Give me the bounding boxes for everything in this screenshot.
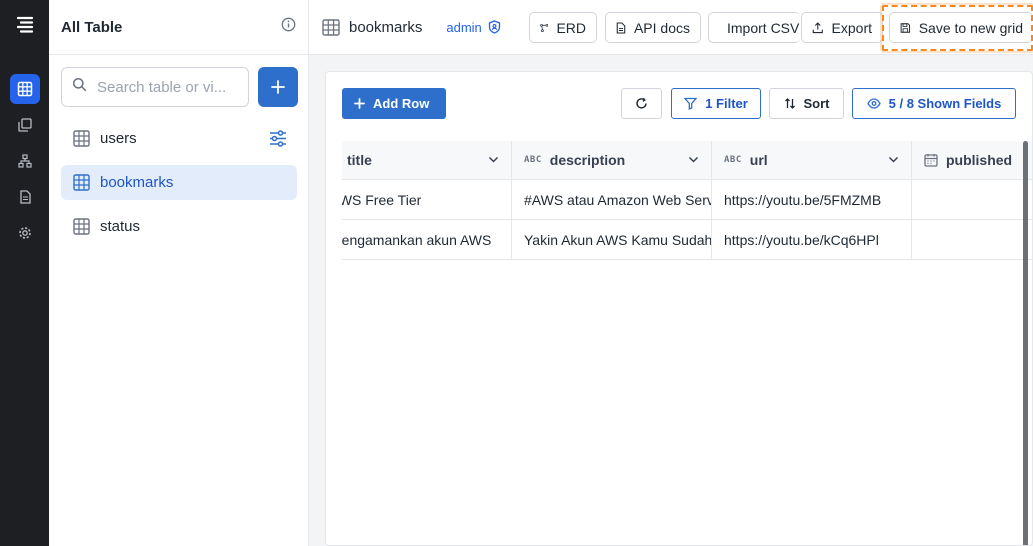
table-icon xyxy=(73,130,90,147)
cell-text: Mengamankan akun AWS xyxy=(342,231,492,248)
table-row[interactable]: AWS Free Tier #AWS atau Amazon Web Servi… xyxy=(342,180,1032,220)
chevron-down-icon[interactable] xyxy=(888,154,899,165)
column-header-url[interactable]: ABC url xyxy=(712,141,912,179)
cell-text: AWS Free Tier xyxy=(342,191,422,208)
erd-icon xyxy=(540,23,549,32)
cell-description[interactable]: Yakin Akun AWS Kamu Sudah Aman? xyxy=(512,220,712,259)
table-icon xyxy=(73,218,90,235)
tables-nav-icon[interactable] xyxy=(10,74,40,104)
table-search-input[interactable] xyxy=(97,78,237,96)
chevron-down-icon[interactable] xyxy=(488,154,499,165)
shield-user-icon xyxy=(488,20,500,34)
sidebar-item-bookmarks[interactable]: bookmarks xyxy=(61,165,297,200)
refresh-icon xyxy=(636,97,647,109)
sort-label: Sort xyxy=(803,96,830,111)
sidebar-item-status[interactable]: status xyxy=(61,209,297,244)
main-content: Add Row 1 Filter Sort 5 / 8 Shown Fields xyxy=(309,55,1033,546)
docs-nav-icon[interactable] xyxy=(10,182,40,212)
cell-published[interactable] xyxy=(912,220,1032,259)
table-row[interactable]: Mengamankan akun AWS Yakin Akun AWS Kamu… xyxy=(342,220,1032,260)
grid-header-row: title ABC description ABC url published xyxy=(342,141,1032,180)
filter-icon xyxy=(684,97,698,110)
app-logo-icon[interactable] xyxy=(12,12,37,37)
cell-title[interactable]: Mengamankan akun AWS xyxy=(342,220,512,259)
erd-button[interactable]: ERD xyxy=(529,12,597,43)
role-badge[interactable]: admin xyxy=(446,20,500,35)
add-table-button[interactable] xyxy=(258,67,298,107)
sidebar-item-label: users xyxy=(100,130,137,147)
api-docs-button[interactable]: API docs xyxy=(605,12,701,43)
search-icon xyxy=(72,77,87,97)
sidebar-title: All Table xyxy=(61,18,123,36)
grid-panel: Add Row 1 Filter Sort 5 / 8 Shown Fields xyxy=(325,71,1033,546)
cell-description[interactable]: #AWS atau Amazon Web Services xyxy=(512,180,712,219)
current-table: bookmarks xyxy=(322,19,422,36)
info-icon[interactable] xyxy=(281,17,296,37)
column-header-label: description xyxy=(549,152,626,168)
table-icon xyxy=(73,174,90,191)
focus-highlight xyxy=(882,5,1033,51)
add-row-label: Add Row xyxy=(373,96,430,111)
column-header-description[interactable]: ABC description xyxy=(512,141,712,179)
shown-fields-label: 5 / 8 Shown Fields xyxy=(888,96,1002,111)
shown-fields-button[interactable]: 5 / 8 Shown Fields xyxy=(852,88,1016,119)
cell-published[interactable] xyxy=(912,180,1032,219)
sidebar-item-label: status xyxy=(100,218,141,235)
sort-button[interactable]: Sort xyxy=(769,88,844,119)
table-icon xyxy=(322,18,340,36)
sidebar-item-users[interactable]: users xyxy=(61,121,297,156)
cell-url[interactable]: https://youtu.be/kCq6HPl xyxy=(712,220,912,259)
sidebar-item-label: bookmarks xyxy=(100,174,174,191)
table-title: bookmarks xyxy=(349,18,423,36)
cell-text: #AWS atau Amazon Web Services xyxy=(524,191,712,208)
add-row-button[interactable]: Add Row xyxy=(342,88,446,119)
app-window: All Table users xyxy=(0,0,1033,546)
import-csv-button[interactable]: Import CSV xyxy=(708,12,800,43)
column-header-label: title xyxy=(347,152,372,168)
chevron-down-icon[interactable] xyxy=(688,154,699,165)
cell-url[interactable]: https://youtu.be/5FMZMB xyxy=(712,180,912,219)
api-docs-label: API docs xyxy=(633,19,690,36)
file-text-icon xyxy=(616,21,626,34)
column-header-label: published xyxy=(946,152,1013,168)
upload-icon xyxy=(812,21,823,33)
sidebar-search-row xyxy=(61,67,298,107)
import-csv-label: Import CSV xyxy=(727,19,800,36)
role-label: admin xyxy=(446,19,482,35)
diagram-nav-icon[interactable] xyxy=(10,146,40,176)
eye-icon xyxy=(866,98,881,109)
refresh-button[interactable] xyxy=(621,88,662,119)
plus-icon xyxy=(271,80,285,94)
column-header-title[interactable]: title xyxy=(342,141,512,179)
left-rail xyxy=(0,0,49,546)
sidebar-header: All Table xyxy=(49,0,308,55)
cell-title[interactable]: AWS Free Tier xyxy=(342,180,512,219)
erd-label: ERD xyxy=(556,19,586,36)
cell-text: Yakin Akun AWS Kamu Sudah Aman? xyxy=(524,231,712,248)
vertical-scrollbar[interactable] xyxy=(1023,141,1028,545)
text-type-icon: ABC xyxy=(724,155,742,165)
cell-text: https://youtu.be/kCq6HPl xyxy=(724,231,879,248)
pages-nav-icon[interactable] xyxy=(10,110,40,140)
cell-text: https://youtu.be/5FMZMB xyxy=(724,191,882,208)
settings-nav-icon[interactable] xyxy=(10,218,40,248)
plus-icon xyxy=(354,98,365,109)
data-grid: title ABC description ABC url published … xyxy=(342,141,1032,260)
export-button[interactable]: Export xyxy=(801,12,883,43)
column-header-label: url xyxy=(749,152,768,168)
table-search-box xyxy=(61,67,249,107)
text-type-icon: ABC xyxy=(524,155,542,165)
filter-label: 1 Filter xyxy=(705,96,748,111)
export-label: Export xyxy=(831,19,872,36)
sliders-icon[interactable] xyxy=(269,130,287,151)
table-list: users bookmarks status xyxy=(61,121,297,253)
table-sidebar: All Table users xyxy=(49,0,309,546)
sort-icon xyxy=(784,98,795,109)
filter-button[interactable]: 1 Filter xyxy=(671,88,761,119)
calendar-icon xyxy=(924,154,938,167)
column-header-published[interactable]: published xyxy=(912,141,1032,179)
